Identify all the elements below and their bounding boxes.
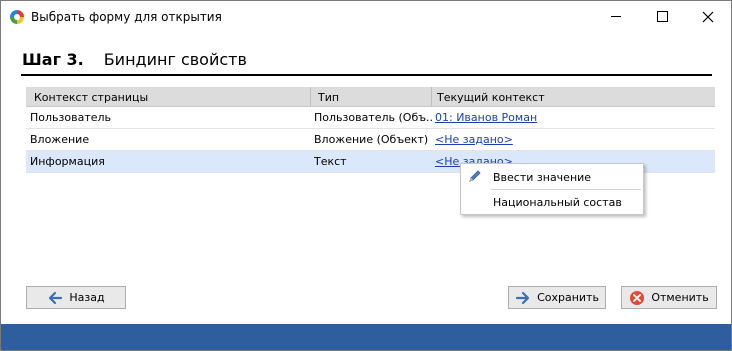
- column-header-context[interactable]: Контекст страницы: [34, 91, 148, 104]
- menu-item-label: Национальный состав: [493, 196, 622, 209]
- row-type: Текст: [314, 155, 347, 168]
- cancel-button[interactable]: Отменить: [621, 286, 717, 309]
- dialog-window: Выбрать форму для открытия Шаг 3. Биндинг…: [0, 0, 732, 351]
- footer-band: [1, 324, 731, 350]
- row-current-link[interactable]: <Не задано>: [435, 133, 713, 146]
- step-number: Шаг 3.: [22, 50, 84, 69]
- menu-item-label: Ввести значение: [493, 171, 592, 184]
- back-button-label: Назад: [69, 291, 105, 304]
- column-header-current[interactable]: Текущий контекст: [437, 91, 545, 104]
- column-separator[interactable]: [310, 87, 311, 106]
- save-button[interactable]: Сохранить: [508, 286, 606, 309]
- window-title: Выбрать форму для открытия: [31, 10, 222, 24]
- row-type: Вложение (Объект): [314, 133, 429, 146]
- arrow-right-icon: [515, 291, 530, 304]
- row-current-link[interactable]: 01: Иванов Роман: [435, 111, 713, 124]
- heading-divider: [21, 74, 712, 76]
- table-header: Контекст страницы Тип Текущий контекст: [26, 87, 715, 107]
- close-button[interactable]: [685, 1, 731, 32]
- app-logo-icon: [10, 10, 24, 24]
- column-header-type[interactable]: Тип: [318, 91, 339, 104]
- row-context: Пользователь: [30, 111, 112, 124]
- table-row[interactable]: Пользователь Пользователь (Объ... 01: Ив…: [26, 107, 715, 129]
- cancel-button-label: Отменить: [651, 291, 709, 304]
- maximize-icon: [656, 11, 668, 22]
- row-type: Пользователь (Объ...: [314, 111, 432, 124]
- menu-item-national-composition[interactable]: Национальный состав: [461, 190, 643, 214]
- binding-table: Контекст страницы Тип Текущий контекст П…: [26, 87, 715, 173]
- column-separator[interactable]: [431, 87, 432, 106]
- step-title: Биндинг свойств: [103, 50, 247, 69]
- step-heading: Шаг 3. Биндинг свойств: [22, 50, 247, 69]
- row-context: Вложение: [30, 133, 90, 146]
- title-bar[interactable]: Выбрать форму для открытия: [1, 1, 731, 32]
- back-button[interactable]: Назад: [26, 286, 126, 309]
- arrow-left-icon: [49, 291, 63, 304]
- cancel-icon: [630, 290, 645, 305]
- save-button-label: Сохранить: [537, 291, 599, 304]
- pencil-icon: [469, 170, 481, 182]
- close-icon: [702, 11, 714, 22]
- minimize-icon: [611, 16, 621, 17]
- row-context: Информация: [30, 155, 105, 168]
- maximize-button[interactable]: [639, 1, 685, 32]
- minimize-button[interactable]: [593, 1, 639, 32]
- context-menu: Ввести значение Национальный состав: [460, 163, 644, 215]
- table-row[interactable]: Вложение Вложение (Объект) <Не задано>: [26, 129, 715, 151]
- menu-item-enter-value[interactable]: Ввести значение: [461, 165, 643, 189]
